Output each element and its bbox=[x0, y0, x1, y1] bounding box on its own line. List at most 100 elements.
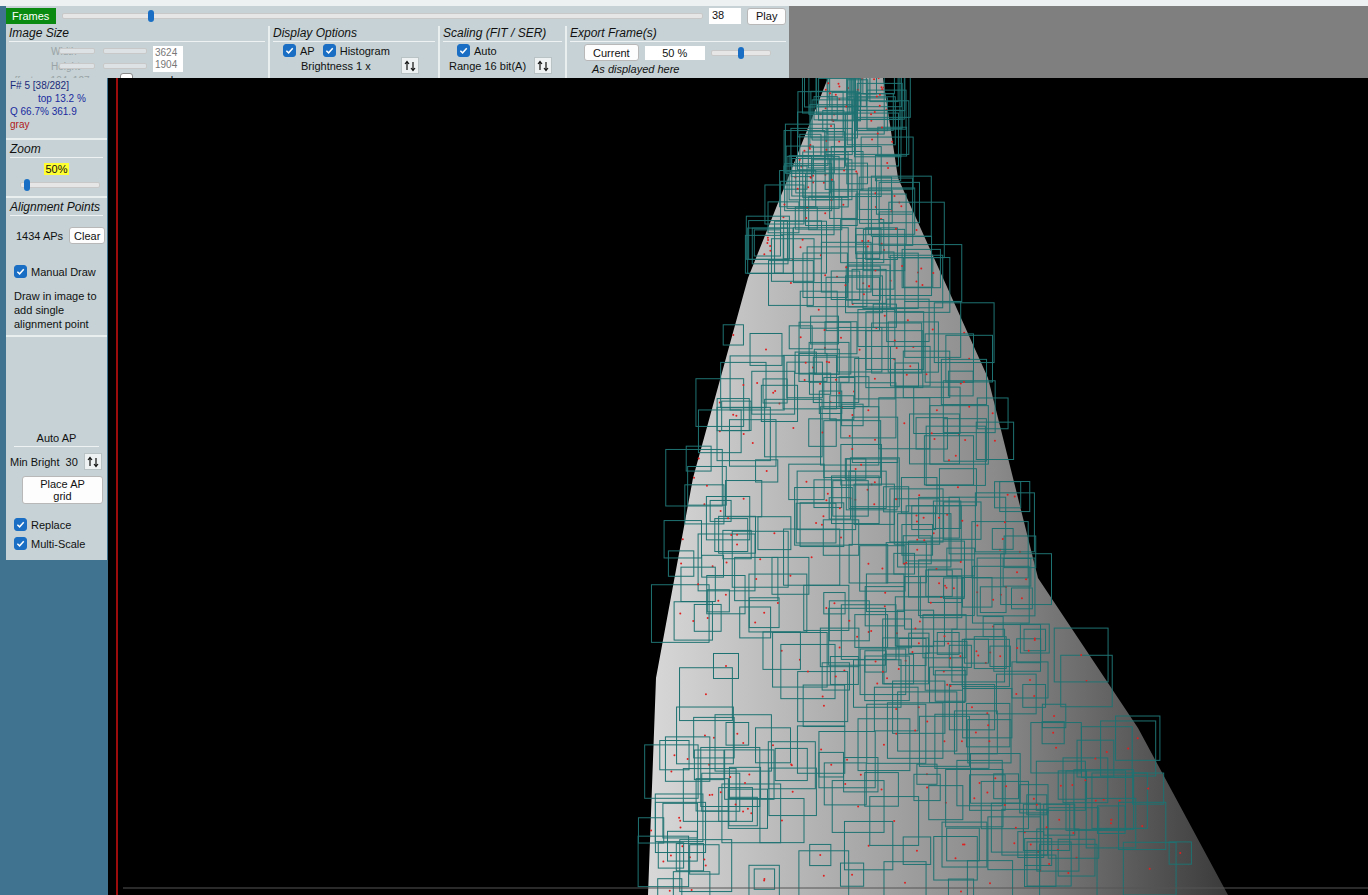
checkbox[interactable] bbox=[14, 265, 27, 278]
slider-track bbox=[59, 48, 95, 54]
slider-track bbox=[62, 13, 703, 19]
frames-label: Frames bbox=[6, 8, 56, 24]
brightness-label: Brightness 1 x bbox=[301, 60, 371, 72]
size-value: 3624 bbox=[155, 47, 181, 59]
section-title: Display Options bbox=[273, 26, 435, 42]
check-icon bbox=[285, 46, 294, 55]
place-ap-grid-button[interactable]: Place AP grid bbox=[22, 476, 103, 504]
scaling-section: Scaling (FIT / SER) Auto Range 16 bit(A) bbox=[440, 26, 567, 78]
auto-ap-option[interactable]: Replace bbox=[14, 518, 103, 531]
up-down-arrows-icon bbox=[404, 60, 416, 72]
toolbar: Frames 38 Play Image Size Width Height 3624190… bbox=[6, 6, 789, 78]
checkbox-label: AP bbox=[300, 45, 315, 57]
image-canvas[interactable] bbox=[108, 78, 1368, 895]
min-bright-label: Min Bright bbox=[10, 456, 60, 468]
image-size-section: Image SizeWidthHeight36241904offset-104,… bbox=[6, 26, 270, 78]
display-options-section: Display Options AP Histogram Brightness 1 x bbox=[270, 26, 440, 78]
size-row: Width bbox=[9, 44, 147, 58]
min-bright-value: 30 bbox=[66, 456, 78, 468]
check-icon bbox=[16, 539, 25, 548]
check-icon bbox=[459, 46, 468, 55]
auto-ap-option[interactable]: Multi-Scale bbox=[14, 537, 103, 550]
slider-thumb[interactable] bbox=[148, 10, 154, 22]
section-title: Zoom bbox=[10, 142, 103, 158]
slider-track bbox=[59, 63, 95, 69]
up-down-arrows-icon bbox=[87, 456, 99, 468]
clear-button[interactable]: Clear bbox=[69, 227, 105, 244]
alignment-point-boxes bbox=[638, 78, 1191, 895]
play-button[interactable]: Play bbox=[747, 8, 786, 25]
left-panel: F# 5 [38/282] top 13.2 % Q 66.7% 361.9 gray… bbox=[6, 78, 107, 560]
moon-surface bbox=[648, 78, 1228, 895]
size-slider[interactable] bbox=[59, 44, 95, 58]
frames-slider[interactable] bbox=[62, 9, 703, 23]
size-values: 36241904 bbox=[153, 46, 183, 72]
check-icon bbox=[16, 520, 25, 529]
up-down-arrows-icon bbox=[537, 60, 549, 72]
frames-row: Frames 38 Play bbox=[6, 6, 789, 26]
section-title: Image Size bbox=[9, 26, 265, 42]
export-scale-slider[interactable] bbox=[711, 46, 771, 60]
display-checkbox[interactable]: Histogram bbox=[323, 44, 390, 57]
check-icon bbox=[325, 46, 334, 55]
zoom-slider[interactable] bbox=[20, 178, 100, 192]
display-checkbox[interactable]: AP bbox=[283, 44, 315, 57]
section-title: Export Frame(s) bbox=[570, 26, 786, 42]
range-label: Range 16 bit(A) bbox=[449, 60, 526, 72]
frame-id: F# 5 [38/282] bbox=[10, 80, 103, 91]
section-title: Alignment Points bbox=[10, 200, 103, 216]
header: Frames 38 Play Image Size Width Height 3624190… bbox=[0, 6, 1368, 78]
adjust-button[interactable] bbox=[534, 57, 552, 74]
adjust-button[interactable] bbox=[401, 57, 419, 74]
color-mode: gray bbox=[10, 119, 103, 130]
size-row: Height bbox=[9, 59, 147, 73]
moon-image[interactable] bbox=[108, 78, 1368, 895]
checkbox-label: Histogram bbox=[340, 45, 390, 57]
size-value: 1904 bbox=[155, 59, 181, 71]
checkbox[interactable] bbox=[14, 518, 27, 531]
app-window: Frames 38 Play Image Size Width Height 3624190… bbox=[0, 0, 1368, 895]
size-label: Height bbox=[9, 61, 51, 72]
alignment-points-section: Alignment Points 1434 APs Clear Manual Draw… bbox=[6, 198, 107, 337]
slider-track bbox=[20, 182, 100, 188]
section-title: Scaling (FIT / SER) bbox=[443, 26, 562, 42]
frame-edge-line bbox=[116, 78, 118, 895]
check-icon bbox=[16, 267, 25, 276]
checkbox-label: Replace bbox=[31, 519, 71, 531]
slider-track bbox=[103, 48, 147, 54]
checkbox-label: Auto bbox=[474, 45, 497, 57]
adjust-button[interactable] bbox=[84, 453, 102, 470]
frame-top: top 13.2 % bbox=[10, 93, 103, 104]
export-note: As displayed here bbox=[570, 63, 786, 75]
slider-thumb[interactable] bbox=[738, 47, 744, 59]
export-scale-field[interactable]: 50 % bbox=[645, 46, 705, 60]
slider-track bbox=[103, 63, 147, 69]
manual-draw-hint: Draw in image to add single alignment po… bbox=[10, 281, 103, 331]
zoom-section: Zoom 50% bbox=[6, 140, 107, 198]
main-area: F# 5 [38/282] top 13.2 % Q 66.7% 361.9 gray… bbox=[0, 78, 1368, 895]
auto-scaling-checkbox[interactable]: Auto bbox=[457, 44, 497, 57]
frame-number-field[interactable]: 38 bbox=[709, 8, 741, 24]
options-row: Image SizeWidthHeight36241904offset-104,… bbox=[6, 26, 789, 78]
ap-count: 1434 APs bbox=[16, 230, 63, 242]
manual-draw-checkbox[interactable]: Manual Draw bbox=[14, 265, 96, 278]
size-slider[interactable] bbox=[103, 44, 147, 58]
section-title: Auto AP bbox=[14, 432, 99, 447]
auto-ap-section: Auto AP Min Bright 30 Place AP grid Replace M… bbox=[6, 428, 107, 560]
left-column: F# 5 [38/282] top 13.2 % Q 66.7% 361.9 gray… bbox=[0, 78, 108, 895]
size-slider[interactable] bbox=[103, 59, 147, 73]
checkbox[interactable] bbox=[457, 44, 470, 57]
size-label: Width bbox=[9, 46, 51, 57]
export-current-button[interactable]: Current bbox=[584, 44, 639, 61]
checkbox[interactable] bbox=[14, 537, 27, 550]
checkbox-label: Manual Draw bbox=[31, 266, 96, 278]
export-section: Export Frame(s) Current 50 % As displayed h… bbox=[567, 26, 789, 78]
frame-info: F# 5 [38/282] top 13.2 % Q 66.7% 361.9 gray bbox=[6, 78, 107, 140]
frame-quality: Q 66.7% 361.9 bbox=[10, 106, 103, 117]
checkbox-label: Multi-Scale bbox=[31, 538, 85, 550]
slider-thumb[interactable] bbox=[24, 179, 30, 191]
size-slider[interactable] bbox=[59, 59, 95, 73]
zoom-value: 50% bbox=[44, 163, 68, 175]
checkbox[interactable] bbox=[323, 44, 336, 57]
checkbox[interactable] bbox=[283, 44, 296, 57]
